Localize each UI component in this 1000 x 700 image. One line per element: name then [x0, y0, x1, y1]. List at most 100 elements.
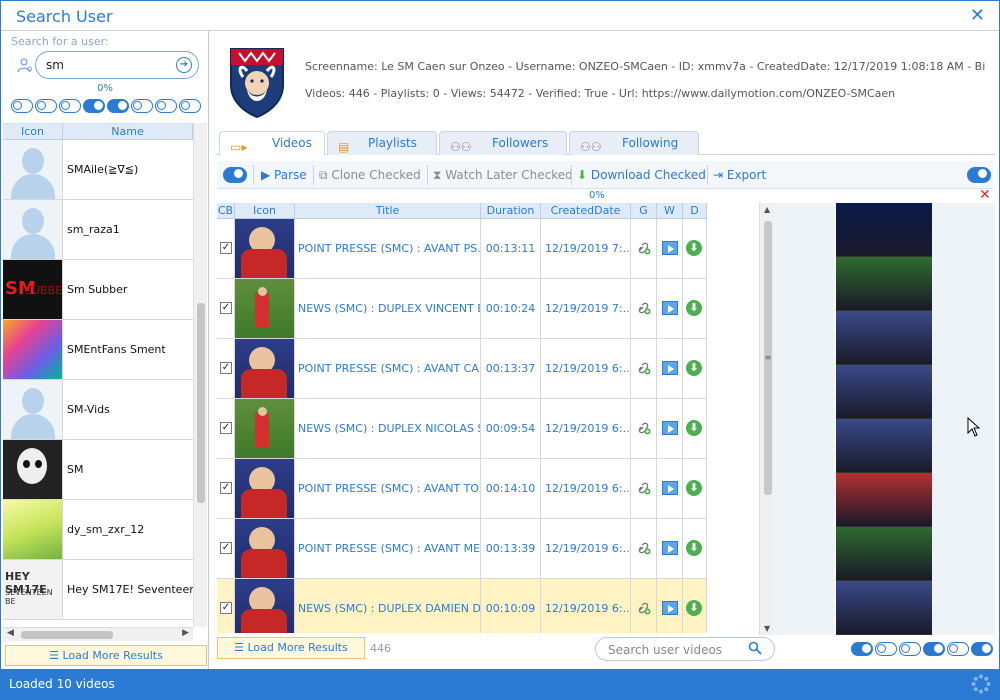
watch-video-icon[interactable]: [662, 601, 678, 615]
col-cb[interactable]: CB: [217, 203, 235, 218]
status-bar: Loaded 10 videos: [1, 669, 999, 699]
watch-video-icon[interactable]: [662, 421, 678, 435]
col-name[interactable]: Name: [63, 124, 193, 139]
view-toggle[interactable]: [923, 642, 945, 656]
video-search-input[interactable]: Search user videos: [595, 637, 775, 661]
col-duration[interactable]: Duration: [481, 203, 541, 218]
avatar: [3, 440, 63, 499]
video-row[interactable]: ✓ NEWS (SMC) : DUPLEX NICOLAS S... 00:09:5…: [217, 399, 707, 459]
user-grid-hscrollbar[interactable]: ◀ ▶: [3, 627, 193, 641]
col-w[interactable]: W: [657, 203, 683, 218]
link-add-icon[interactable]: [637, 241, 651, 255]
watch-video-icon[interactable]: [662, 481, 678, 495]
video-row[interactable]: ✓ NEWS (SMC) : DUPLEX VINCENT B... 00:10:2…: [217, 279, 707, 339]
video-row[interactable]: ✓ POINT PRESSE (SMC) : AVANT TO... 00:14:1…: [217, 459, 707, 519]
link-add-icon[interactable]: [637, 361, 651, 375]
video-title[interactable]: POINT PRESSE (SMC) : AVANT CA...: [295, 339, 481, 398]
link-add-icon[interactable]: [637, 301, 651, 315]
video-duration: 00:10:09: [481, 579, 541, 633]
filter-toggle[interactable]: [83, 99, 105, 113]
user-search-input[interactable]: sm ➔: [35, 51, 199, 79]
filter-toggle[interactable]: [11, 99, 33, 113]
video-title[interactable]: NEWS (SMC) : DUPLEX VINCENT B...: [295, 279, 481, 338]
col-created-date[interactable]: CreatedDate: [541, 203, 631, 218]
row-checkbox[interactable]: ✓: [220, 602, 232, 614]
search-go-icon[interactable]: ➔: [176, 57, 192, 73]
download-icon[interactable]: ⬇: [686, 240, 702, 256]
link-add-icon[interactable]: [637, 421, 651, 435]
link-add-icon[interactable]: [637, 601, 651, 615]
parse-button[interactable]: ▶ Parse: [261, 165, 307, 185]
watch-video-icon[interactable]: [662, 361, 678, 375]
row-checkbox[interactable]: ✓: [220, 302, 232, 314]
col-d[interactable]: D: [683, 203, 707, 218]
download-icon[interactable]: ⬇: [686, 420, 702, 436]
clone-checked-button[interactable]: ⧉ Clone Checked: [319, 165, 421, 185]
tab-videos[interactable]: ▭▸ Videos: [219, 131, 325, 156]
filter-toggle[interactable]: [155, 99, 177, 113]
video-row[interactable]: ✓ POINT PRESSE (SMC) : AVANT CA... 00:13:3…: [217, 339, 707, 399]
row-checkbox[interactable]: ✓: [220, 422, 232, 434]
view-toggle[interactable]: [899, 642, 921, 656]
watch-later-checked-button[interactable]: ⧗ Watch Later Checked: [433, 165, 573, 185]
view-toggle[interactable]: [947, 642, 969, 656]
video-row[interactable]: ✓ POINT PRESSE (SMC) : AVANT ME... 00:13:3…: [217, 519, 707, 579]
download-checked-button[interactable]: ⬇ Download Checked: [577, 165, 706, 185]
filter-toggle[interactable]: [179, 99, 201, 113]
link-add-icon[interactable]: [637, 481, 651, 495]
video-created-date: 12/19/2019 6:...: [541, 339, 631, 398]
select-all-toggle[interactable]: [223, 167, 247, 183]
video-title[interactable]: NEWS (SMC) : DUPLEX NICOLAS S...: [295, 399, 481, 458]
user-row[interactable]: HEY SM17E SEVENTEEN BE Hey SM17E! Seventee…: [3, 560, 193, 620]
load-more-videos-button[interactable]: ☰ Load More Results: [217, 637, 365, 659]
row-checkbox[interactable]: ✓: [220, 242, 232, 254]
download-icon[interactable]: ⬇: [686, 600, 702, 616]
user-row[interactable]: SM: [3, 440, 193, 500]
filter-toggle[interactable]: [131, 99, 153, 113]
download-icon[interactable]: ⬇: [686, 360, 702, 376]
user-row[interactable]: SM-Vids: [3, 380, 193, 440]
link-add-icon[interactable]: [637, 541, 651, 555]
download-icon[interactable]: ⬇: [686, 480, 702, 496]
user-grid-vscrollbar[interactable]: [193, 123, 207, 627]
video-grid-vscrollbar[interactable]: ▲ ≡ ▼: [759, 203, 775, 635]
user-row[interactable]: dy_sm_zxr_12: [3, 500, 193, 560]
row-checkbox[interactable]: ✓: [220, 482, 232, 494]
row-checkbox[interactable]: ✓: [220, 362, 232, 374]
view-toggle[interactable]: [851, 642, 873, 656]
tab-followers[interactable]: ⚇⚇ Followers: [439, 131, 567, 155]
download-icon[interactable]: ⬇: [686, 300, 702, 316]
watch-video-icon[interactable]: [662, 241, 678, 255]
user-row[interactable]: SMAile(≧∇≦): [3, 140, 193, 200]
video-title[interactable]: POINT PRESSE (SMC) : AVANT ME...: [295, 519, 481, 578]
video-row[interactable]: ✓ POINT PRESSE (SMC) : AVANT PS... 00:13:1…: [217, 219, 707, 279]
video-row[interactable]: ✓ NEWS (SMC) : DUPLEX DAMIEN D... 00:10:09…: [217, 579, 707, 633]
col-icon[interactable]: Icon: [235, 203, 295, 218]
cancel-icon[interactable]: ✕: [979, 187, 991, 203]
close-icon[interactable]: ✕: [970, 5, 985, 26]
col-title[interactable]: Title: [295, 203, 481, 218]
export-button[interactable]: ⇥ Export: [713, 165, 766, 185]
tab-playlists[interactable]: ▤ Playlists: [327, 131, 437, 155]
col-g[interactable]: G: [631, 203, 657, 218]
load-more-users-button[interactable]: ☰ Load More Results: [5, 645, 207, 666]
col-icon[interactable]: Icon: [3, 124, 63, 139]
download-icon[interactable]: ⬇: [686, 540, 702, 556]
video-title[interactable]: POINT PRESSE (SMC) : AVANT PS...: [295, 219, 481, 278]
view-toggle[interactable]: [971, 642, 993, 656]
watch-video-icon[interactable]: [662, 541, 678, 555]
row-checkbox[interactable]: ✓: [220, 542, 232, 554]
filter-toggle[interactable]: [107, 99, 129, 113]
user-row[interactable]: sm_raza1: [3, 200, 193, 260]
filter-toggle[interactable]: [59, 99, 81, 113]
user-row[interactable]: SMSUBBER Sm Subber: [3, 260, 193, 320]
filter-toggle[interactable]: [35, 99, 57, 113]
preview-toggle[interactable]: [967, 167, 991, 183]
video-title[interactable]: POINT PRESSE (SMC) : AVANT TO...: [295, 459, 481, 518]
tab-following[interactable]: ⚇⚇ Following: [569, 131, 699, 155]
view-toggle[interactable]: [875, 642, 897, 656]
video-title[interactable]: NEWS (SMC) : DUPLEX DAMIEN D...: [295, 579, 481, 633]
user-row[interactable]: SMEntFans Sment: [3, 320, 193, 380]
watch-video-icon[interactable]: [662, 301, 678, 315]
playlist-icon: ▤: [338, 140, 350, 154]
